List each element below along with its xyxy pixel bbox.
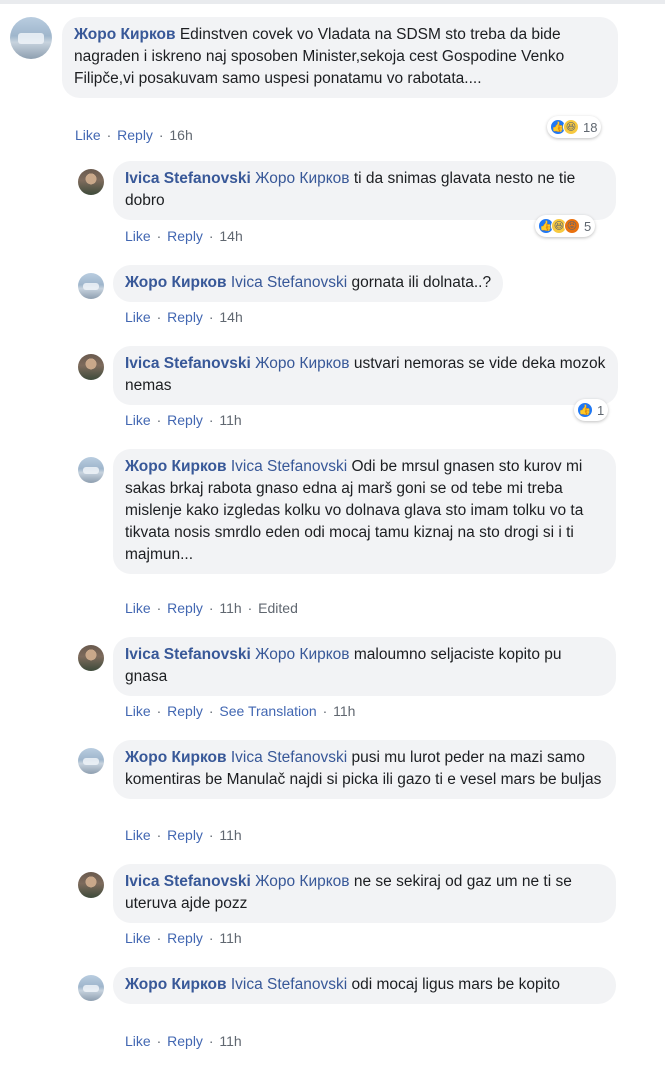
reply-bubble: Жоро Кирков Ivica Stefanovski pusi mu lu… [113,740,616,799]
avatar[interactable] [10,17,52,59]
comment-author[interactable]: Жоро Кирков [74,26,176,43]
avatar[interactable] [78,273,104,299]
reply-button[interactable]: Reply [117,127,153,143]
reply-bubble: Ivica Stefanovski Жоро Кирков ti da snim… [113,161,616,220]
timestamp[interactable]: 11h [219,1033,241,1049]
avatar[interactable] [78,645,104,671]
haha-icon: 😆 [563,119,579,135]
avatar[interactable] [78,169,104,195]
reply-button[interactable]: Reply [167,827,203,843]
avatar[interactable] [78,975,104,1001]
comment-author[interactable]: Ivica Stefanovski [125,646,251,663]
timestamp[interactable]: 11h [219,412,241,428]
mention-link[interactable]: Ivica Stefanovski [231,976,347,993]
reply-button[interactable]: Reply [167,228,203,244]
avatar[interactable] [78,748,104,774]
mention-link[interactable]: Жоро Кирков [255,646,349,663]
mention-link[interactable]: Ivica Stefanovski [231,749,347,766]
like-button[interactable]: Like [125,703,151,719]
like-button[interactable]: Like [125,827,151,843]
comment-text: odi mocaj ligus mars be kopito [351,976,560,993]
reply-button[interactable]: Reply [167,930,203,946]
timestamp[interactable]: 11h [219,827,241,843]
reply-bubble: Жоро Кирков Ivica Stefanovski gornata il… [113,265,504,302]
comment-actions: Like · Reply · 14h [125,309,243,325]
comment-author[interactable]: Жоро Кирков [125,458,227,475]
mention-link[interactable]: Жоро Кирков [255,873,349,890]
like-icon: 👍 [577,402,593,418]
comment-author[interactable]: Жоро Кирков [125,274,227,291]
comment-actions: Like · Reply · 16h [75,127,193,143]
avatar[interactable] [78,354,104,380]
comment-actions: Like · Reply · 11h · Edited [125,600,298,616]
comment-actions: Like · Reply · 14h [125,228,243,244]
timestamp[interactable]: 14h [219,309,242,325]
comment-author[interactable]: Ivica Stefanovski [125,170,251,187]
top-border [0,0,665,4]
comment-actions: Like · Reply · See Translation · 11h [125,703,356,719]
timestamp[interactable]: 11h [219,930,241,946]
comment-actions: Like · Reply · 11h [125,827,242,843]
comment-actions: Like · Reply · 11h [125,1033,242,1049]
reply-bubble: Ivica Stefanovski Жоро Кирков ne se seki… [113,864,616,923]
like-button[interactable]: Like [125,1033,151,1049]
reply-button[interactable]: Reply [167,309,203,325]
comment-actions: Like · Reply · 11h [125,930,242,946]
comment-author[interactable]: Жоро Кирков [125,976,227,993]
timestamp[interactable]: 16h [169,127,192,143]
comment-actions: Like · Reply · 11h [125,412,242,428]
reaction-count: 18 [583,119,598,135]
reply-bubble: Жоро Кирков Ivica Stefanovski odi mocaj … [113,967,616,1004]
comment-author[interactable]: Жоро Кирков [125,749,227,766]
reply-button[interactable]: Reply [167,1033,203,1049]
comment-text: gornata ili dolnata..? [351,274,492,291]
reply-button[interactable]: Reply [167,600,203,616]
see-translation-link[interactable]: See Translation [219,703,316,719]
reply-button[interactable]: Reply [167,412,203,428]
avatar[interactable] [78,457,104,483]
reactions-summary[interactable]: 👍 😆 18 [547,116,602,138]
like-button[interactable]: Like [125,412,151,428]
like-button[interactable]: Like [125,309,151,325]
reply-button[interactable]: Reply [167,703,203,719]
reactions-summary[interactable]: 👍 😆 😡 5 [535,215,596,237]
timestamp[interactable]: 11h [333,703,355,719]
reaction-count: 5 [584,218,592,234]
timestamp[interactable]: 14h [219,228,242,244]
comment-bubble: Жоро Кирков Edinstven covek vo Vladata n… [62,17,618,98]
mention-link[interactable]: Ivica Stefanovski [231,274,347,291]
like-button[interactable]: Like [125,228,151,244]
timestamp[interactable]: 11h [219,600,241,616]
like-button[interactable]: Like [125,600,151,616]
reaction-count: 1 [597,402,605,418]
reply-bubble: Ivica Stefanovski Жоро Кирков ustvari ne… [113,346,618,405]
like-button[interactable]: Like [75,127,101,143]
avatar[interactable] [78,872,104,898]
mention-link[interactable]: Ivica Stefanovski [231,458,347,475]
edited-label[interactable]: Edited [258,600,298,616]
reply-bubble: Жоро Кирков Ivica Stefanovski Odi be mrs… [113,449,616,574]
comment-author[interactable]: Ivica Stefanovski [125,873,251,890]
like-button[interactable]: Like [125,930,151,946]
reactions-summary[interactable]: 👍 1 [574,399,609,421]
mention-link[interactable]: Жоро Кирков [255,355,349,372]
mention-link[interactable]: Жоро Кирков [255,170,349,187]
comment-author[interactable]: Ivica Stefanovski [125,355,251,372]
angry-icon: 😡 [564,218,580,234]
reply-bubble: Ivica Stefanovski Жоро Кирков maloumno s… [113,637,616,696]
